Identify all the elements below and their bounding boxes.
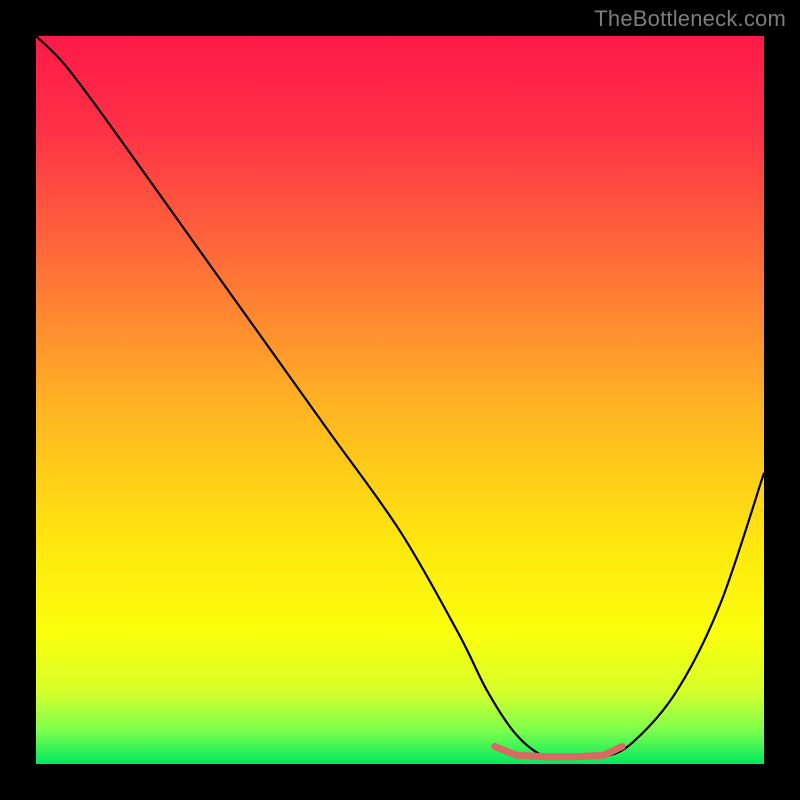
- plot-area: [36, 36, 764, 764]
- chart-frame: TheBottleneck.com: [0, 0, 800, 800]
- bottleneck-chart: [36, 36, 764, 764]
- watermark-text: TheBottleneck.com: [594, 6, 786, 32]
- gradient-background: [36, 36, 764, 764]
